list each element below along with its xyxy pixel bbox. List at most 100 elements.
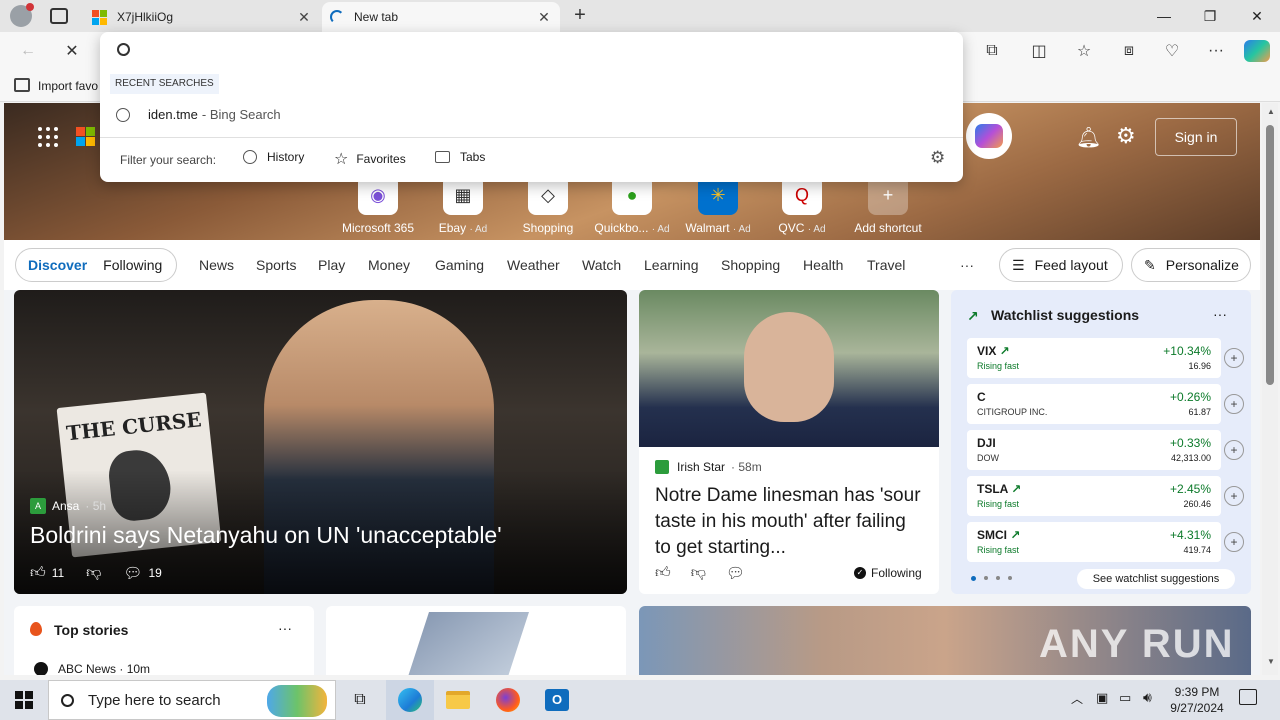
shortcut-add[interactable]: + Add shortcut xyxy=(850,175,926,235)
add-stock-icon[interactable]: + xyxy=(1224,348,1244,368)
restore-button[interactable]: ❐ xyxy=(1187,0,1233,32)
nav-weather[interactable]: Weather xyxy=(507,257,560,273)
laptop-ad-card[interactable] xyxy=(326,606,626,675)
big-story-headline[interactable]: Boldrini says Netanyahu on UN 'unaccepta… xyxy=(30,522,502,549)
like-icon[interactable]: 👍︎ xyxy=(655,564,671,582)
volume-icon[interactable]: 🔊︎ xyxy=(1143,689,1152,706)
nav-sports[interactable]: Sports xyxy=(256,257,296,273)
task-view-icon[interactable]: ⧉ xyxy=(336,680,384,720)
performance-icon[interactable]: ♡ xyxy=(1158,38,1186,64)
tab-actions-icon[interactable] xyxy=(50,8,68,24)
shortcut-quickbooks[interactable]: ● Quickbo... · Ad xyxy=(594,175,670,235)
dropdown-settings-icon[interactable]: ⚙ xyxy=(930,148,945,168)
nav-money[interactable]: Money xyxy=(368,257,410,273)
tab-discover[interactable]: Discover xyxy=(28,257,87,273)
tab-new-tab[interactable]: New tab ✕ xyxy=(322,2,560,32)
stop-loading-icon[interactable]: ✕ xyxy=(58,38,86,64)
tray-device-icon[interactable]: ▣ xyxy=(1096,690,1108,706)
outlook-icon[interactable]: O xyxy=(533,680,581,720)
shortcut-qvc[interactable]: Q QVC · Ad xyxy=(764,175,840,235)
profile-icon[interactable] xyxy=(10,3,34,27)
comment-icon[interactable]: 💬︎ xyxy=(123,564,142,582)
filter-label: Filter your search: xyxy=(120,153,217,167)
edge-taskbar-icon[interactable] xyxy=(386,680,434,720)
split-screen-icon[interactable]: ◫ xyxy=(1025,38,1053,64)
copilot-button[interactable] xyxy=(966,113,1012,159)
tray-chevron-icon[interactable]: ︿ xyxy=(1071,690,1083,707)
apps-grid-icon[interactable] xyxy=(38,127,58,147)
import-favorites-link[interactable]: Import favo xyxy=(38,79,98,93)
following-badge[interactable]: ✓ Following xyxy=(854,566,922,580)
watchlist-row[interactable]: TSLA ↗ Rising fast +2.45% 260.46 + xyxy=(967,476,1244,516)
top-stories-more-icon[interactable]: ··· xyxy=(278,620,292,636)
story-age: · 10m xyxy=(119,662,151,675)
pager-dots[interactable] xyxy=(971,576,1012,581)
mid-story-headline[interactable]: Notre Dame linesman has 'sour taste in h… xyxy=(655,483,925,561)
add-stock-icon[interactable]: + xyxy=(1224,532,1244,552)
copilot-icon[interactable] xyxy=(1244,40,1270,62)
filter-tabs-button[interactable]: Tabs xyxy=(435,150,485,164)
watchlist-row[interactable]: C CITIGROUP INC. +0.26% 61.87 + xyxy=(967,384,1244,424)
watchlist-row[interactable]: VIX ↗ Rising fast +10.34% 16.96 + xyxy=(967,338,1244,378)
feed-layout-button[interactable]: ☰ Feed layout xyxy=(999,248,1123,282)
nav-health[interactable]: Health xyxy=(803,257,843,273)
recent-search-item[interactable]: iden.tme - Bing Search xyxy=(116,107,281,122)
nav-learning[interactable]: Learning xyxy=(644,257,699,273)
watchlist-more-icon[interactable]: ··· xyxy=(1213,306,1227,322)
notifications-bell-icon[interactable]: 🔔︎ xyxy=(1076,125,1101,150)
personalize-button[interactable]: ✎ Personalize xyxy=(1131,248,1251,282)
favorites-star-icon[interactable]: ☆ xyxy=(1070,38,1098,64)
watchlist-row[interactable]: DJI DOW +0.33% 42,313.00 + xyxy=(967,430,1244,470)
clock[interactable]: 9:39 PM 9/27/2024 xyxy=(1168,684,1226,716)
network-icon[interactable]: ▭ xyxy=(1119,690,1131,706)
nav-shopping[interactable]: Shopping xyxy=(721,257,780,273)
big-story-card[interactable]: THE CURSE A Ansa · 5h Boldrini says Neta… xyxy=(14,290,627,594)
more-menu-icon[interactable]: ··· xyxy=(1202,38,1230,64)
notifications-icon[interactable] xyxy=(1239,689,1257,705)
scrollbar-thumb[interactable] xyxy=(1266,125,1274,385)
add-stock-icon[interactable]: + xyxy=(1224,394,1244,414)
file-explorer-icon[interactable] xyxy=(434,680,482,720)
tab-following[interactable]: Following xyxy=(103,257,162,273)
back-icon[interactable]: ← xyxy=(14,38,42,64)
nav-more-icon[interactable]: ··· xyxy=(960,257,974,273)
page-scrollbar[interactable]: ▲ ▼ xyxy=(1262,103,1278,675)
add-stock-icon[interactable]: + xyxy=(1224,440,1244,460)
settings-gear-icon[interactable]: ⚙ xyxy=(1116,123,1136,149)
close-tab-icon[interactable]: ✕ xyxy=(536,9,552,26)
taskbar-search[interactable]: Type here to search xyxy=(48,680,336,720)
collections-icon[interactable]: ⧈ xyxy=(1115,38,1143,64)
shortcut-walmart[interactable]: ✳ Walmart · Ad xyxy=(680,175,756,235)
shortcut-label: Quickbo... xyxy=(594,221,649,235)
firefox-icon[interactable] xyxy=(484,680,532,720)
shortcut-microsoft-365[interactable]: ◉ Microsoft 365 xyxy=(340,175,416,235)
like-icon[interactable]: 👍︎ xyxy=(30,564,46,582)
shortcut-ebay[interactable]: ▦ Ebay · Ad xyxy=(425,175,501,235)
start-button[interactable] xyxy=(0,680,48,720)
new-tab-button[interactable]: + xyxy=(568,4,592,28)
extensions-icon[interactable]: ⧉ xyxy=(978,38,1006,64)
dislike-icon[interactable]: 👎︎ xyxy=(86,564,101,582)
dislike-icon[interactable]: 👎︎ xyxy=(691,564,706,582)
nav-watch[interactable]: Watch xyxy=(582,257,621,273)
close-window-button[interactable]: ✕ xyxy=(1234,0,1280,32)
filter-favorites-button[interactable]: ☆ Favorites xyxy=(334,149,406,169)
filter-history-button[interactable]: History xyxy=(243,150,304,164)
see-watchlist-button[interactable]: See watchlist suggestions xyxy=(1077,569,1235,589)
address-input[interactable] xyxy=(140,36,950,64)
nav-gaming[interactable]: Gaming xyxy=(435,257,484,273)
nav-news[interactable]: News xyxy=(199,257,234,273)
close-tab-icon[interactable]: ✕ xyxy=(296,9,312,26)
bottom-story-card[interactable]: ANY RUN xyxy=(639,606,1251,675)
comment-icon[interactable]: 💬︎ xyxy=(726,564,745,582)
nav-travel[interactable]: Travel xyxy=(867,257,905,273)
sign-in-button[interactable]: Sign in xyxy=(1155,118,1237,156)
watchlist-row[interactable]: SMCI ↗ Rising fast +4.31% 419.74 + xyxy=(967,522,1244,562)
mid-story-card[interactable]: Irish Star · 58m Notre Dame linesman has… xyxy=(639,290,939,594)
minimize-button[interactable]: — xyxy=(1141,0,1187,32)
microsoft-logo-icon xyxy=(92,9,107,25)
shortcut-shopping[interactable]: ◇ Shopping xyxy=(510,175,586,235)
nav-play[interactable]: Play xyxy=(318,257,345,273)
tab-x7j[interactable]: X7jHlkiiOg ✕ xyxy=(84,2,320,32)
add-stock-icon[interactable]: + xyxy=(1224,486,1244,506)
